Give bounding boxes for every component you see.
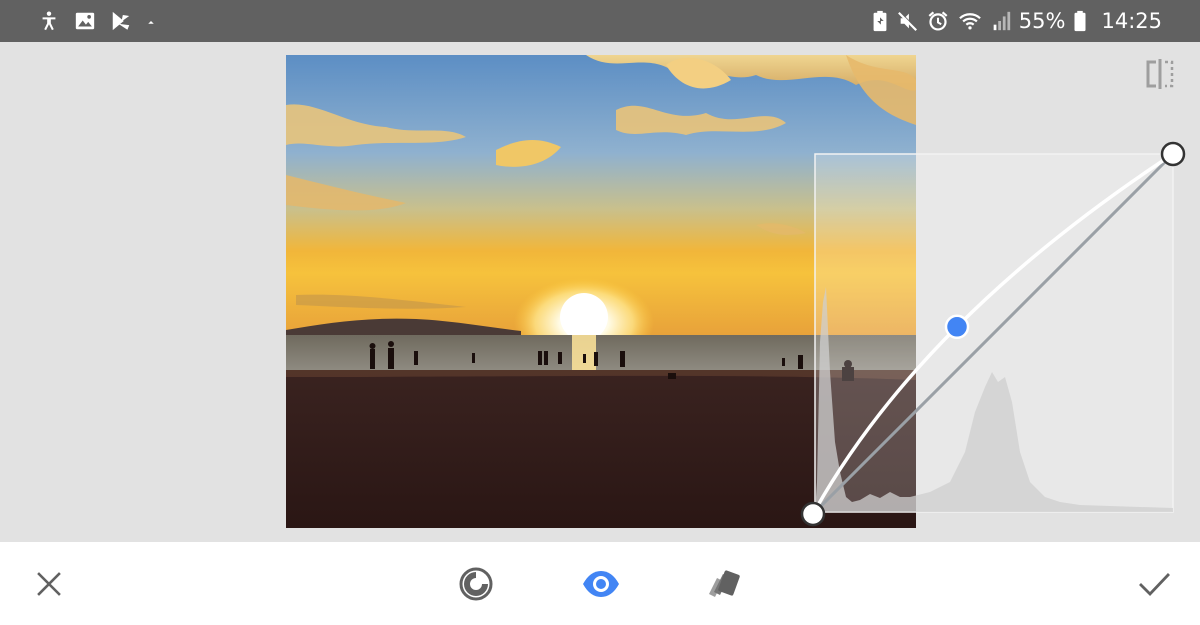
curve-endpoint-white[interactable] [1160,141,1186,167]
battery-percent: 55% [1018,9,1066,33]
curve-presets-icon [459,567,493,601]
status-bar: 55% 14:25 [0,0,1200,42]
curves-overlay[interactable] [0,42,1200,542]
status-bar-system: 55% 14:25 [871,6,1162,36]
clock: 14:25 [1101,9,1162,33]
alarm-icon [927,10,949,32]
bottom-toolbar [0,542,1200,625]
close-icon [37,572,61,596]
styles-icon [709,570,740,597]
editor-canvas[interactable] [0,42,1200,542]
curve-control-point-selected[interactable] [944,314,970,340]
mute-icon [897,10,919,32]
styles-button[interactable] [703,562,747,606]
battery-saver-icon [871,10,889,32]
accessibility-icon [38,10,60,32]
apply-button[interactable] [1132,562,1176,606]
cancel-button[interactable] [27,562,71,606]
eye-icon [583,571,619,597]
dot-icon [146,10,156,32]
view-toggle-button[interactable] [579,562,623,606]
signal-icon [991,10,1011,32]
gallery-icon [74,10,96,32]
wifi-icon [957,10,983,32]
curve-presets-button[interactable] [454,562,498,606]
play-store-icon [110,10,132,32]
curve-endpoint-black[interactable] [800,501,826,527]
status-bar-notifications [38,9,156,33]
checkmark-icon [1139,573,1170,597]
battery-icon [1073,10,1087,32]
